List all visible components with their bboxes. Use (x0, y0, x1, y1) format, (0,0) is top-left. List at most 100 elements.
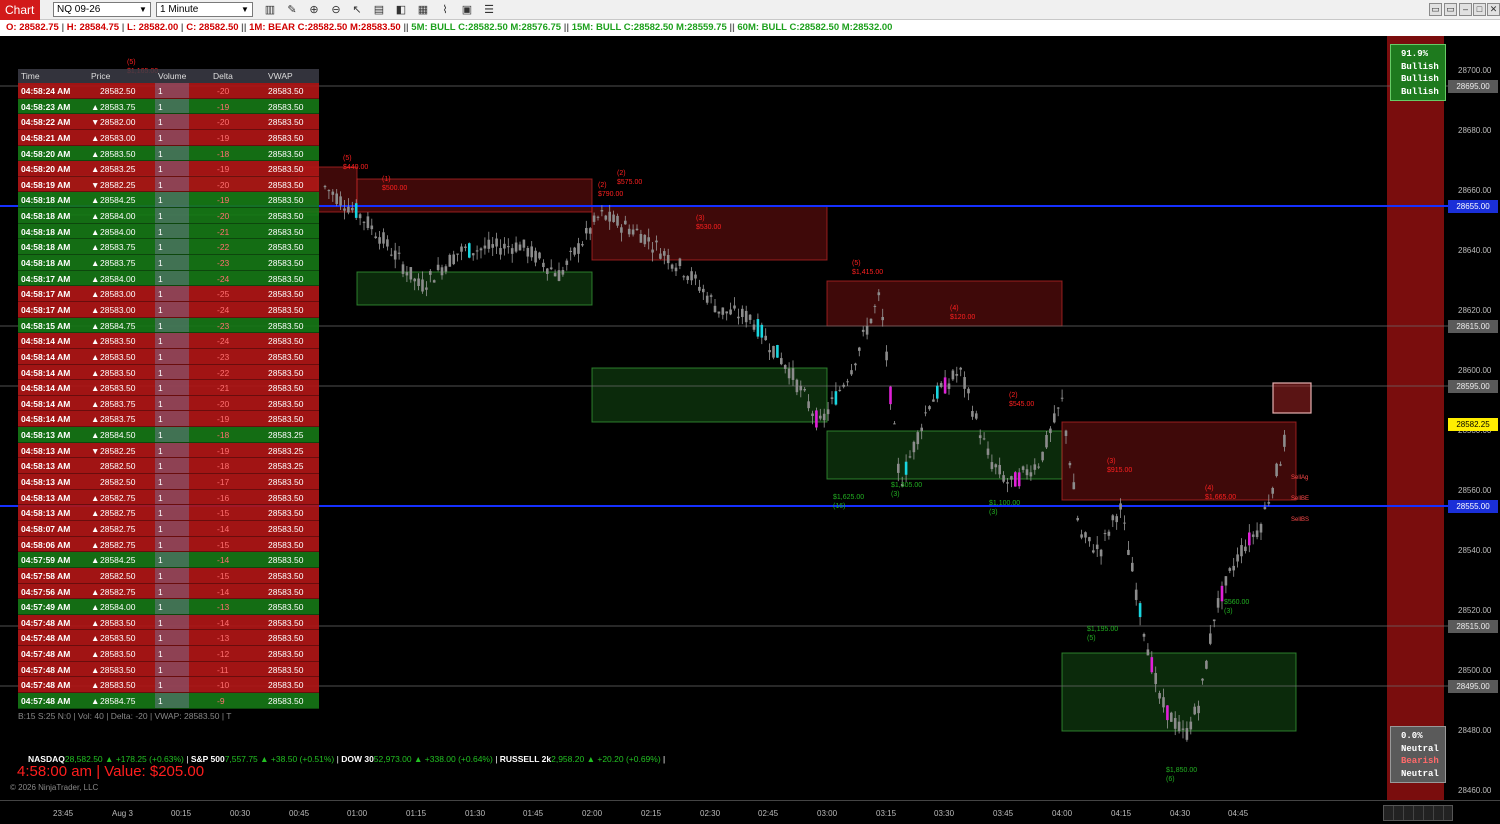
candle-body (1232, 565, 1235, 571)
table-row[interactable]: 04:58:13 AM ▲ 28582.75 1 -16 28583.50 (18, 489, 319, 506)
row-price: 28583.50 (100, 367, 136, 378)
candle-body (565, 260, 569, 265)
sentiment-line-2: Bearish (1401, 756, 1439, 766)
minimize-button[interactable]: – (1459, 3, 1472, 16)
table-row[interactable]: 04:58:13 AM ▼ 28582.25 1 -19 28583.25 (18, 442, 319, 459)
table-row[interactable]: 04:58:20 AM ▲ 28583.25 1 -19 28583.50 (18, 161, 319, 177)
properties-icon[interactable]: ▦ (416, 3, 430, 17)
candle-body (549, 267, 553, 270)
table-row[interactable]: 04:57:58 AM 28582.50 1 -15 28583.50 (18, 567, 319, 584)
candle-body (323, 185, 327, 188)
price-tag: 28555.00 (1448, 500, 1498, 513)
strategies-icon[interactable]: ⌇ (438, 3, 452, 17)
table-row[interactable]: 04:58:14 AM ▲ 28583.50 1 -22 28583.50 (18, 364, 319, 381)
table-row[interactable]: 04:58:23 AM ▲ 28583.75 1 -19 28583.50 (18, 98, 319, 115)
instrument-selector[interactable]: NQ 09-26 ▼ (53, 2, 151, 17)
table-row[interactable]: 04:57:48 AM ▲ 28583.50 1 -10 28583.50 (18, 677, 319, 693)
table-row[interactable]: 04:58:18 AM ▲ 28584.00 1 -20 28583.50 (18, 208, 319, 224)
candle-body (971, 411, 974, 417)
table-row[interactable]: 04:58:14 AM ▲ 28583.50 1 -24 28583.50 (18, 333, 319, 349)
table-row[interactable]: 04:57:48 AM ▲ 28583.50 1 -13 28583.50 (18, 630, 319, 647)
table-row[interactable]: 04:58:14 AM ▲ 28583.75 1 -19 28583.50 (18, 411, 319, 428)
price-tick: 28560.00 (1458, 486, 1492, 495)
chart-tab[interactable]: Chart (0, 0, 40, 20)
table-row[interactable]: 04:58:17 AM ▲ 28584.00 1 -24 28583.50 (18, 270, 319, 287)
table-row[interactable]: 04:58:13 AM ▲ 28584.50 1 -18 28583.25 (18, 427, 319, 443)
drawing-tool-icon[interactable]: ✎ (285, 3, 299, 17)
time-axis[interactable]: 23:45 Aug 3 00:15 00:30 00:45 01:00 01:15 01:30… (0, 800, 1500, 824)
row-price: 28583.00 (100, 304, 136, 315)
bars-type-icon[interactable]: ▥ (263, 3, 277, 17)
window-link-button[interactable]: ▭ (1429, 3, 1442, 16)
zoom-in-icon[interactable]: ⊕ (307, 3, 321, 17)
data-box-icon[interactable]: ▤ (372, 3, 386, 17)
table-row[interactable]: 04:58:24 AM 28582.50 1 -20 28583.50 (18, 83, 319, 99)
window-menu-button[interactable]: ▭ (1444, 3, 1457, 16)
table-row[interactable]: 04:58:07 AM ▲ 28582.75 1 -14 28583.50 (18, 520, 319, 537)
row-direction-icon: ▲ (91, 602, 100, 613)
candle-body (694, 274, 697, 279)
row-direction-icon: ▲ (91, 492, 100, 503)
row-direction-icon: ▲ (91, 633, 100, 644)
candle-body (1123, 522, 1126, 524)
candle-body (1002, 475, 1005, 482)
interval-selector[interactable]: 1 Minute ▼ (156, 2, 253, 17)
table-row[interactable]: 04:58:21 AM ▲ 28583.00 1 -19 28583.50 (18, 129, 319, 146)
table-row[interactable]: 04:58:15 AM ▲ 28584.75 1 -23 28583.50 (18, 317, 319, 334)
table-row[interactable]: 04:58:13 AM 28582.50 1 -18 28583.25 (18, 458, 319, 475)
templates-icon[interactable]: ◧ (394, 3, 408, 17)
row-price: 28584.75 (100, 320, 136, 331)
row-delta: -21 (217, 226, 230, 237)
table-row[interactable]: 04:58:17 AM ▲ 28583.00 1 -25 28583.50 (18, 286, 319, 302)
table-row[interactable]: 04:57:48 AM ▲ 28583.50 1 -12 28583.50 (18, 646, 319, 662)
demand-zone (356, 271, 593, 306)
table-row[interactable]: 04:57:48 AM ▲ 28584.75 1 -9 28583.50 (18, 692, 319, 709)
table-row[interactable]: 04:57:49 AM ▲ 28584.00 1 -13 28583.50 (18, 599, 319, 615)
table-row[interactable]: 04:57:56 AM ▲ 28582.75 1 -14 28583.50 (18, 583, 319, 600)
table-row[interactable]: 04:58:17 AM ▲ 28583.00 1 -24 28583.50 (18, 301, 319, 318)
table-row[interactable]: 04:58:18 AM ▲ 28584.25 1 -19 28583.50 (18, 192, 319, 209)
table-row[interactable]: 04:58:14 AM ▲ 28583.50 1 -23 28583.50 (18, 348, 319, 365)
row-delta: -23 (217, 351, 230, 362)
horizontal-scrollbar[interactable] (1383, 805, 1453, 821)
row-time: 04:58:24 AM (21, 86, 71, 96)
candle-body (721, 307, 725, 315)
table-row[interactable]: 04:58:22 AM ▼ 28582.00 1 -20 28583.50 (18, 114, 319, 130)
row-price: 28582.25 (100, 445, 136, 456)
list-icon[interactable]: ☰ (482, 3, 496, 17)
price-tick: 28660.00 (1458, 186, 1492, 195)
row-delta: -19 (217, 132, 230, 143)
table-row[interactable]: 04:58:18 AM ▲ 28584.00 1 -21 28583.50 (18, 223, 319, 240)
table-row[interactable]: 04:58:13 AM ▲ 28582.75 1 -15 28583.50 (18, 505, 319, 521)
row-vwap: 28583.50 (268, 367, 304, 378)
row-delta: -17 (217, 477, 230, 488)
table-row[interactable]: 04:58:13 AM 28582.50 1 -17 28583.50 (18, 474, 319, 490)
table-row[interactable]: 04:58:06 AM ▲ 28582.75 1 -15 28583.50 (18, 536, 319, 553)
table-row[interactable]: 04:58:19 AM ▼ 28582.25 1 -20 28583.50 (18, 176, 319, 193)
table-row[interactable]: 04:57:59 AM ▲ 28584.25 1 -14 28583.50 (18, 552, 319, 568)
table-row[interactable]: 04:57:48 AM ▲ 28583.50 1 -11 28583.50 (18, 661, 319, 678)
row-time: 04:57:48 AM (21, 695, 71, 706)
maximize-button[interactable]: □ (1473, 3, 1486, 16)
sentiment-line-2: Bullish (1401, 74, 1439, 84)
table-row[interactable]: 04:58:20 AM ▲ 28583.50 1 -18 28583.50 (18, 145, 319, 162)
row-direction-icon: ▲ (91, 336, 100, 347)
table-row[interactable]: 04:57:48 AM ▲ 28583.50 1 -14 28583.50 (18, 614, 319, 631)
indicators-icon[interactable]: ▣ (460, 3, 474, 17)
time-tick: 23:45 (53, 809, 74, 818)
price-axis[interactable]: 28700.00 28680.00 28660.00 28640.00 28620.00… (1448, 36, 1500, 800)
table-row[interactable]: 04:58:18 AM ▲ 28583.75 1 -22 28583.50 (18, 239, 319, 256)
table-row[interactable]: 04:58:14 AM ▲ 28583.50 1 -21 28583.50 (18, 380, 319, 396)
candle-body (1228, 568, 1232, 571)
table-row[interactable]: 04:58:18 AM ▲ 28583.75 1 -23 28583.50 (18, 255, 319, 271)
candle-body (1010, 476, 1013, 480)
chart-label: $560.00 (1224, 599, 1250, 606)
pointer-icon[interactable]: ↖ (350, 3, 364, 17)
candle-body (1072, 482, 1076, 490)
zoom-out-icon[interactable]: ⊖ (329, 3, 343, 17)
time-tick: 01:00 (347, 809, 368, 818)
candle-body (464, 246, 467, 248)
close-button[interactable]: ✕ (1487, 3, 1500, 16)
chevron-down-icon: ▼ (139, 5, 147, 14)
table-row[interactable]: 04:58:14 AM ▲ 28583.75 1 -20 28583.50 (18, 395, 319, 412)
